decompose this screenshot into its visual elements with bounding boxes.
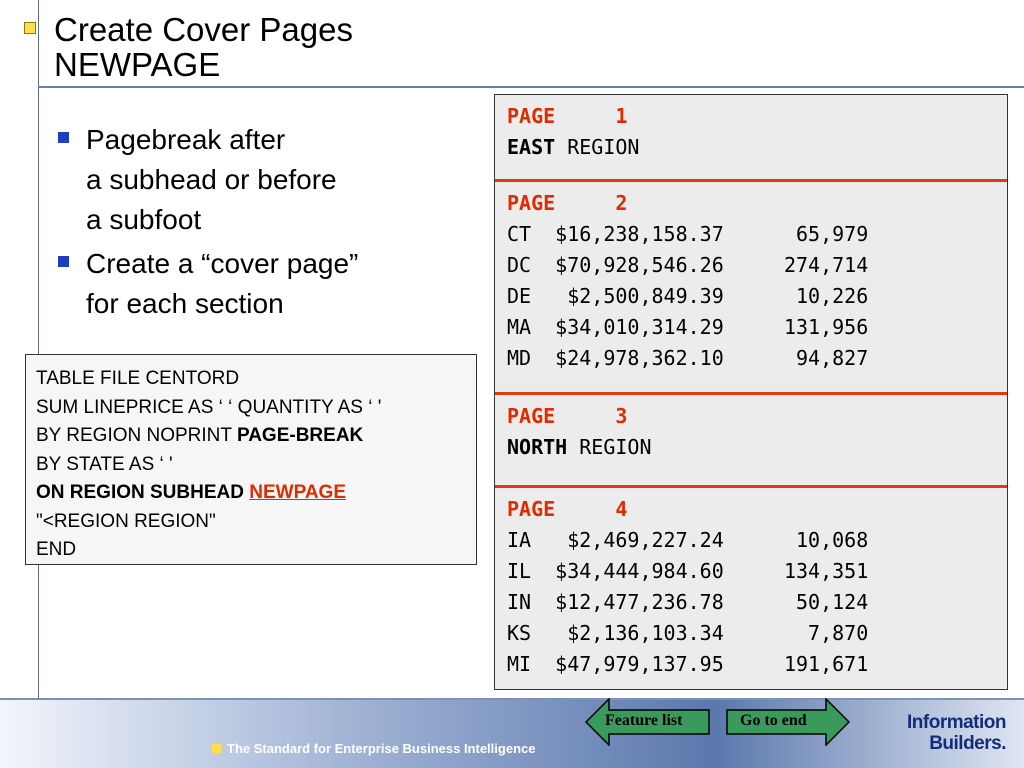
region-subhead: NORTH REGION xyxy=(507,432,995,463)
bullet-square-icon xyxy=(58,256,69,267)
bullet-item-cover-page: Create a “cover page” for each section xyxy=(58,244,438,324)
report-page-section: PAGE 1 EAST REGION xyxy=(495,95,1007,179)
report-output-panel: PAGE 1 EAST REGION PAGE 2 CT $16,238,158.37… xyxy=(494,94,1008,690)
report-row: CT $16,238,158.37 65,979 xyxy=(507,222,869,246)
report-row: DC $70,928,546.26 274,714 xyxy=(507,253,869,277)
page-label: PAGE 4 xyxy=(507,497,628,521)
go-to-end-label: Go to end xyxy=(740,712,807,729)
code-text: BY REGION NOPRINT xyxy=(36,425,237,446)
report-row: IL $34,444,984.60 134,351 xyxy=(507,559,869,583)
region-name: NORTH xyxy=(507,435,568,459)
code-keyword-page-break: PAGE-BREAK xyxy=(236,425,364,446)
tagline-square-icon xyxy=(212,744,221,753)
bullet-text: Create a “cover page” xyxy=(86,248,359,279)
report-row: IA $2,469,227.24 10,068 xyxy=(507,528,869,552)
report-page-section: PAGE 4 IA $2,469,227.24 10,068 IL $34,444,… xyxy=(495,485,1007,691)
report-row: DE $2,500,849.39 10,226 xyxy=(507,284,869,308)
code-line: BY STATE AS ‘ ' xyxy=(36,453,173,475)
report-page-section: PAGE 3 NORTH REGION xyxy=(495,392,1007,485)
report-row: MD $24,978,362.10 94,827 xyxy=(507,346,869,370)
page-heading: PAGE 4 xyxy=(507,494,995,525)
code-keyword-subhead: ON REGION SUBHEAD xyxy=(36,482,250,503)
region-word: REGION xyxy=(567,435,652,459)
page-label: PAGE 3 xyxy=(507,404,628,428)
footer-tagline: The Standard for Enterprise Business Int… xyxy=(212,741,535,756)
code-line: TABLE FILE CENTORD xyxy=(36,368,240,389)
code-line: SUM LINEPRICE AS ‘ ‘ QUANTITY AS ‘ ' xyxy=(36,396,382,418)
code-line: "<REGION REGION" xyxy=(36,510,216,532)
bullet-square-icon xyxy=(58,132,69,143)
page-heading: PAGE 1 xyxy=(507,101,995,132)
report-row: KS $2,136,103.34 7,870 xyxy=(507,621,869,645)
report-page-section: PAGE 2 CT $16,238,158.37 65,979 DC $70,928… xyxy=(495,179,1007,392)
page-heading: PAGE 3 xyxy=(507,401,995,432)
title-bullet-icon xyxy=(24,22,36,34)
title-line-2: NEWPAGE xyxy=(54,46,221,83)
logo-line-2: Builders. xyxy=(929,733,1006,754)
bullet-list: Pagebreak after a subhead or before a su… xyxy=(58,120,438,328)
report-row: MA $34,010,314.29 131,956 xyxy=(507,315,869,339)
title-divider xyxy=(38,86,1024,88)
slide-title: Create Cover Pages NEWPAGE xyxy=(54,12,353,82)
feature-list-label: Feature list xyxy=(605,712,683,729)
report-row: MI $47,979,137.95 191,671 xyxy=(507,652,869,676)
feature-list-button[interactable]: Feature list xyxy=(585,698,711,746)
code-sample-box: TABLE FILE CENTORD SUM LINEPRICE AS ‘ ‘ … xyxy=(25,354,477,565)
region-subhead: EAST REGION xyxy=(507,132,995,163)
title-line-1: Create Cover Pages xyxy=(54,11,353,48)
footer-bar xyxy=(0,700,1024,768)
bullet-item-pagebreak: Pagebreak after a subhead or before a su… xyxy=(58,120,438,240)
code-line: ON REGION SUBHEAD NEWPAGE xyxy=(36,479,466,508)
information-builders-logo: Information Builders. xyxy=(896,712,1007,754)
left-margin-rule xyxy=(38,0,39,700)
logo-line-1: Information xyxy=(907,712,1007,733)
code-keyword-newpage: NEWPAGE xyxy=(249,482,347,503)
region-name: EAST xyxy=(507,135,556,159)
bullet-text: Pagebreak after xyxy=(86,124,286,155)
report-row: IN $12,477,236.78 50,124 xyxy=(507,590,869,614)
bullet-text: a subhead or before xyxy=(86,164,337,195)
region-word: REGION xyxy=(555,135,640,159)
code-line: END xyxy=(36,539,77,560)
tagline-text: The Standard for Enterprise Business Int… xyxy=(227,741,536,756)
page-label: PAGE 1 xyxy=(507,104,628,128)
page-label: PAGE 2 xyxy=(507,191,628,215)
bullet-text: a subfoot xyxy=(86,204,202,235)
page-heading: PAGE 2 xyxy=(507,188,995,219)
code-line: BY REGION NOPRINT PAGE-BREAK xyxy=(36,422,466,451)
go-to-end-button[interactable]: Go to end xyxy=(726,698,850,746)
bullet-text: for each section xyxy=(86,288,284,319)
